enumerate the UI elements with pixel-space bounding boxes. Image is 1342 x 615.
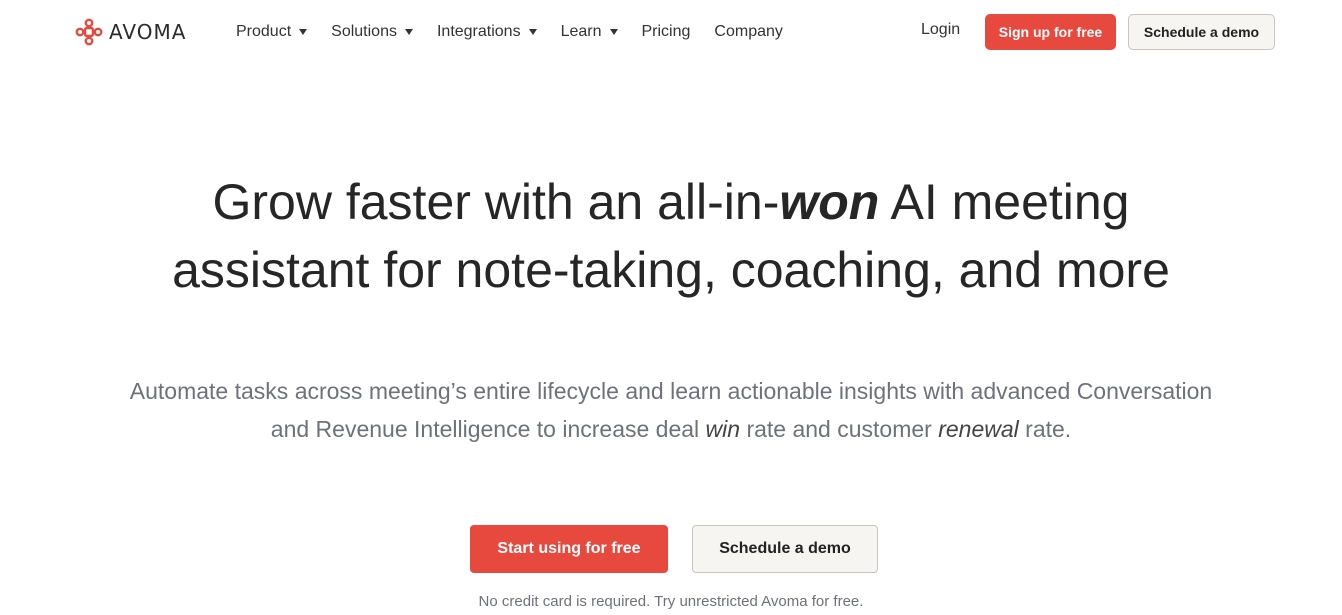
hero-title-part2: AI meeting: [879, 174, 1130, 230]
avoma-logo-icon: [75, 18, 103, 46]
hero-title-line2: assistant for note-taking, coaching, and…: [172, 242, 1170, 298]
brand-name: AVOMA: [109, 20, 187, 44]
no-credit-card-note: No credit card is required. Try unrestri…: [478, 593, 864, 610]
main-nav: Product Solutions Integrations Learn Pri…: [236, 20, 807, 44]
hero-title-part1: Grow faster with an all-in-: [212, 174, 780, 230]
caret-down-icon: [609, 29, 618, 35]
cta-row: Start using for free Schedule a demo: [470, 525, 878, 573]
site-header: AVOMA Product Solutions Integrations Lea…: [0, 0, 1342, 64]
hero-subtitle-part2: and Revenue Intelligence to increase dea…: [270, 416, 706, 442]
hero-subtitle: Automate tasks across meeting’s entire l…: [70, 372, 1272, 448]
hero-subtitle-part3: rate and customer: [740, 416, 939, 442]
nav-item-label: Integrations: [436, 23, 521, 40]
signup-button[interactable]: Sign up for free: [985, 14, 1116, 50]
hero-subtitle-part1: Automate tasks across meeting’s entire l…: [129, 378, 1213, 404]
hero-subtitle-part4: rate.: [1018, 416, 1072, 442]
nav-item-solutions[interactable]: Solutions: [331, 23, 413, 41]
nav-item-label: Pricing: [641, 23, 691, 40]
nav-item-product[interactable]: Product: [236, 23, 308, 41]
hero-subtitle-em-renewal: renewal: [938, 416, 1019, 442]
nav-item-label: Product: [236, 23, 292, 40]
page: AVOMA Product Solutions Integrations Lea…: [0, 0, 1342, 615]
nav-item-company[interactable]: Company: [714, 23, 782, 41]
nav-item-pricing[interactable]: Pricing: [642, 23, 691, 41]
caret-down-icon: [528, 29, 537, 35]
nav-item-integrations[interactable]: Integrations: [437, 23, 537, 41]
hero-title: Grow faster with an all-in-won AI meetin…: [0, 168, 1342, 304]
nav-item-label: Learn: [560, 23, 602, 40]
nav-item-label: Company: [714, 23, 783, 40]
nav-item-label: Solutions: [331, 23, 397, 40]
hero-schedule-demo-button[interactable]: Schedule a demo: [692, 525, 878, 573]
nav-item-learn[interactable]: Learn: [561, 23, 618, 41]
caret-down-icon: [404, 29, 413, 35]
brand-logo[interactable]: AVOMA: [75, 18, 186, 46]
hero-subtitle-em-win: win: [705, 416, 741, 442]
caret-down-icon: [299, 29, 308, 35]
schedule-demo-button[interactable]: Schedule a demo: [1128, 14, 1275, 50]
login-link[interactable]: Login: [921, 21, 960, 39]
hero-title-emphasis: won: [779, 174, 880, 230]
start-free-button[interactable]: Start using for free: [470, 525, 668, 573]
